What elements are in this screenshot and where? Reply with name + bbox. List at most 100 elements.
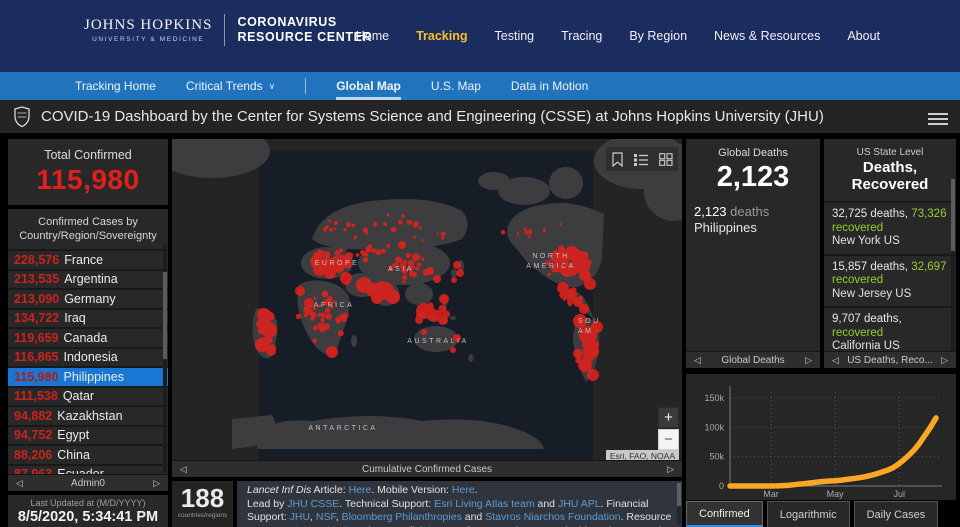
credit-link[interactable]: Here <box>349 484 372 496</box>
global-deaths-pager-label: Global Deaths <box>721 355 784 366</box>
tracking-subnav: Tracking Home Critical Trends ∨ Global M… <box>0 72 960 100</box>
credit-link[interactable]: JHU APL <box>558 498 601 510</box>
svg-text:100k: 100k <box>704 422 724 432</box>
svg-text:50k: 50k <box>709 452 724 462</box>
global-deaths-detail[interactable]: 2,123 deaths Philippines <box>694 204 820 236</box>
countries-count-label: countries/regions <box>172 512 233 519</box>
jhu-logo: JOHNS HOPKINS UNIVERSITY & MEDICINE <box>84 17 212 43</box>
credit-link[interactable]: Here <box>452 484 475 496</box>
credit-link[interactable]: Bloomberg Philanthropies <box>342 511 462 523</box>
credit-text: and <box>462 511 485 523</box>
credit-link[interactable]: JHU <box>290 511 310 523</box>
list-item-china[interactable]: 88,206China <box>8 444 168 464</box>
pager-prev-icon[interactable]: ◁ <box>828 353 843 368</box>
list-item-argentina[interactable]: 213,535Argentina <box>8 269 168 289</box>
main-nav: Home Tracking Testing Tracing By Region … <box>356 0 880 72</box>
pager-next-icon[interactable]: ▷ <box>149 476 164 491</box>
world-map-panel: NORTH AMERICA ASIA EUROPE AFRICA AUSTRAL… <box>172 139 682 477</box>
pager-next-icon[interactable]: ▷ <box>801 353 816 368</box>
list-item-iraq[interactable]: 134,722Iraq <box>8 308 168 328</box>
zoom-out-button[interactable]: − <box>658 429 679 450</box>
countries-count-panel: 188 countries/regions <box>172 481 233 527</box>
global-deaths-panel: Global Deaths 2,123 2,123 deaths Philipp… <box>686 139 820 368</box>
confirmed-list-header: Confirmed Cases by Country/Region/Sovere… <box>8 209 168 243</box>
list-item-egypt[interactable]: 94,752Egypt <box>8 425 168 445</box>
credit-text: Lead by <box>247 498 287 510</box>
label-europe: EUROPE <box>315 260 360 267</box>
tab-logarithmic[interactable]: Logarithmic <box>767 501 850 527</box>
brand-logo[interactable]: JOHNS HOPKINS UNIVERSITY & MEDICINE CORO… <box>84 14 372 46</box>
list-item-canada[interactable]: 119,659Canada <box>8 327 168 347</box>
cumulative-chart[interactable]: 050k100k150kMarMayJul <box>686 374 956 500</box>
map-pager: ◁ Cumulative Confirmed Cases ▷ <box>172 460 682 477</box>
us-state-list: 32,725 deaths, 73,326 recovered New York… <box>824 201 956 368</box>
nav-testing[interactable]: Testing <box>495 29 535 43</box>
top-header: JOHNS HOPKINS UNIVERSITY & MEDICINE CORO… <box>0 0 960 72</box>
scrollbar[interactable] <box>677 483 681 525</box>
nav-about[interactable]: About <box>847 29 880 43</box>
tab-confirmed[interactable]: Confirmed <box>686 501 763 527</box>
us-pager: ◁ US Deaths, Reco... ▷ <box>824 351 956 368</box>
svg-text:0: 0 <box>719 481 724 491</box>
menu-icon[interactable] <box>928 110 948 128</box>
pager-prev-icon[interactable]: ◁ <box>176 462 191 477</box>
label-south-america-1: SOU <box>578 318 601 325</box>
global-deaths-value: 2,123 <box>686 161 820 194</box>
us-pager-label: US Deaths, Reco... <box>847 355 933 366</box>
world-map[interactable]: NORTH AMERICA ASIA EUROPE AFRICA AUSTRAL… <box>172 139 682 460</box>
credit-link[interactable]: JHU CSSE <box>287 498 339 510</box>
scrollbar[interactable] <box>163 245 167 473</box>
us-deaths-recovered-panel: US State Level Deaths, Recovered 32,725 … <box>824 139 956 368</box>
tab-daily-cases[interactable]: Daily Cases <box>854 501 939 527</box>
pager-prev-icon[interactable]: ◁ <box>12 476 27 491</box>
subnav-global-map[interactable]: Global Map <box>336 72 401 100</box>
jhu-shield-icon <box>13 106 31 128</box>
list-item-indonesia[interactable]: 116,865Indonesia <box>8 347 168 367</box>
list-item-germany[interactable]: 213,090Germany <box>8 288 168 308</box>
bookmark-icon[interactable] <box>612 152 623 167</box>
subnav-tracking-home[interactable]: Tracking Home <box>75 72 156 100</box>
total-confirmed-value: 115,980 <box>8 164 168 196</box>
zoom-in-button[interactable]: + <box>658 407 679 428</box>
global-deaths-title: Global Deaths <box>686 139 820 159</box>
us-row-new-jersey[interactable]: 15,857 deaths, 32,697 recovered New Jers… <box>824 254 956 307</box>
credit-link[interactable]: Esri Living Atlas team <box>434 498 534 510</box>
scrollbar[interactable] <box>951 179 955 351</box>
confirmed-list: 228,576France 213,535Argentina 213,090Ge… <box>8 249 168 483</box>
scrollbar-thumb[interactable] <box>677 483 681 506</box>
scrollbar-thumb[interactable] <box>951 179 955 251</box>
nav-tracking[interactable]: Tracking <box>416 29 467 43</box>
cumulative-chart-panel: 050k100k150kMarMayJul <box>686 374 956 500</box>
credit-text: Lancet Inf Dis <box>247 484 311 496</box>
pager-next-icon[interactable]: ▷ <box>937 353 952 368</box>
subnav-us-map[interactable]: U.S. Map <box>431 72 481 100</box>
subnav-data-in-motion[interactable]: Data in Motion <box>511 72 588 100</box>
nav-news-resources[interactable]: News & Resources <box>714 29 820 43</box>
list-item-kazakhstan[interactable]: 94,882Kazakhstan <box>8 405 168 425</box>
svg-text:Mar: Mar <box>763 489 779 499</box>
total-confirmed-label: Total Confirmed <box>8 148 168 162</box>
svg-text:May: May <box>827 489 845 499</box>
label-north-america-1: NORTH <box>532 253 569 260</box>
list-item-france[interactable]: 228,576France <box>8 249 168 269</box>
nav-home[interactable]: Home <box>356 29 389 43</box>
credit-link[interactable]: NSF <box>316 511 336 523</box>
us-row-new-york[interactable]: 32,725 deaths, 73,326 recovered New York… <box>824 201 956 254</box>
list-item-qatar[interactable]: 111,538Qatar <box>8 386 168 406</box>
nav-by-region[interactable]: By Region <box>629 29 687 43</box>
pager-next-icon[interactable]: ▷ <box>663 462 678 477</box>
credit-text: Article: <box>311 484 348 496</box>
scrollbar-thumb[interactable] <box>163 272 167 359</box>
subnav-divider <box>305 78 306 94</box>
credit-link[interactable]: Stavros Niarchos Foundation <box>485 511 620 523</box>
crc-line1: CORONAVIRUS <box>237 15 372 30</box>
credit-text: . <box>475 484 478 496</box>
credits-panel: Lancet Inf Dis Article: Here. Mobile Ver… <box>237 481 682 527</box>
pager-prev-icon[interactable]: ◁ <box>690 353 705 368</box>
list-item-philippines-selected[interactable]: 115,980Philippines <box>8 366 168 386</box>
legend-icon[interactable] <box>634 153 648 166</box>
dashboard-titlebar: COVID-19 Dashboard by the Center for Sys… <box>0 100 960 133</box>
subnav-critical-trends[interactable]: Critical Trends ∨ <box>186 72 275 100</box>
nav-tracing[interactable]: Tracing <box>561 29 602 43</box>
basemap-icon[interactable] <box>659 153 673 166</box>
